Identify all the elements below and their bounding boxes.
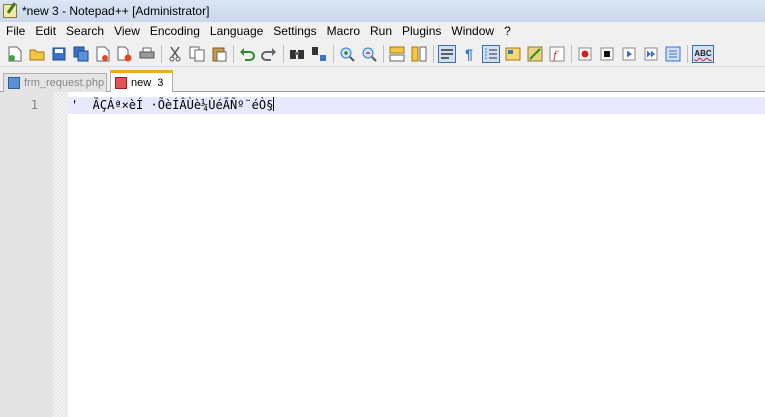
stop-macro-icon[interactable] <box>598 45 616 63</box>
menu-macro[interactable]: Macro <box>322 22 365 41</box>
toolbar-separator <box>161 44 162 63</box>
zoom-in-icon[interactable] <box>338 45 356 63</box>
toolbar-separator <box>687 44 688 63</box>
tab-bar: frm_request.php new 3 <box>0 67 765 93</box>
unsaved-file-icon <box>115 77 127 89</box>
menu-window[interactable]: Window <box>446 22 499 41</box>
fold-margin[interactable] <box>53 92 68 417</box>
replace-icon[interactable] <box>310 45 328 63</box>
close-all-icon[interactable] <box>116 45 134 63</box>
toolbar-separator <box>333 44 334 63</box>
menu-run[interactable]: Run <box>365 22 397 41</box>
saved-file-icon <box>8 77 20 89</box>
user-language-icon[interactable] <box>504 45 522 63</box>
find-icon[interactable] <box>288 45 306 63</box>
toolbar-separator <box>433 44 434 63</box>
show-all-chars-icon[interactable]: ¶ <box>460 45 478 63</box>
paste-icon[interactable] <box>210 45 228 63</box>
word-wrap-icon[interactable] <box>438 44 456 63</box>
menu-encoding[interactable]: Encoding <box>145 22 205 41</box>
save-macro-icon[interactable] <box>664 45 682 63</box>
tab-new-3[interactable]: new 3 <box>110 70 173 93</box>
toolbar-separator <box>233 44 234 63</box>
title-bar: *new 3 - Notepad++ [Administrator] <box>0 0 765 22</box>
line-text: ' ÃÇÁª×èÍ ·ÕèÍÂÙè¼ÙéÃÑº¨éÒ§ <box>71 98 274 112</box>
undo-icon[interactable] <box>238 45 256 63</box>
editor-area[interactable] <box>68 92 765 417</box>
redo-icon[interactable] <box>260 45 278 63</box>
indent-guide-icon[interactable] <box>482 44 500 63</box>
toolbar-separator <box>283 44 284 63</box>
save-all-icon[interactable] <box>72 45 90 63</box>
sync-vertical-icon[interactable] <box>388 45 406 63</box>
line-number: 1 <box>30 98 38 112</box>
line-number-gutter <box>0 92 53 417</box>
menu-settings[interactable]: Settings <box>268 22 321 41</box>
toolbar: ¶ f ABC <box>0 41 765 67</box>
menu-view[interactable]: View <box>109 22 145 41</box>
play-macro-icon[interactable] <box>620 45 638 63</box>
function-list-icon[interactable]: f <box>548 45 566 63</box>
menu-language[interactable]: Language <box>205 22 268 41</box>
menu-bar: File Edit Search View Encoding Language … <box>0 22 765 41</box>
open-file-icon[interactable] <box>28 45 46 63</box>
toolbar-separator <box>383 44 384 63</box>
toolbar-separator <box>571 44 572 63</box>
zoom-out-icon[interactable] <box>360 45 378 63</box>
record-macro-icon[interactable] <box>576 45 594 63</box>
tab-label: new 3 <box>131 77 164 89</box>
code-line[interactable]: ' ÃÇÁª×èÍ ·ÕèÍÂÙè¼ÙéÃÑº¨éÒ§ <box>71 97 275 114</box>
save-icon[interactable] <box>50 45 68 63</box>
run-macro-multiple-icon[interactable] <box>642 45 660 63</box>
cut-icon[interactable] <box>166 45 184 63</box>
menu-edit[interactable]: Edit <box>30 22 61 41</box>
new-file-icon[interactable] <box>6 45 24 63</box>
tab-label: frm_request.php <box>24 77 105 89</box>
tab-frm-request[interactable]: frm_request.php <box>3 73 107 92</box>
document-map-icon[interactable] <box>526 45 544 63</box>
menu-file[interactable]: File <box>0 22 30 41</box>
menu-search[interactable]: Search <box>61 22 109 41</box>
sync-horizontal-icon[interactable] <box>410 45 428 63</box>
menu-plugins[interactable]: Plugins <box>397 22 446 41</box>
close-icon[interactable] <box>94 45 112 63</box>
text-caret <box>273 97 275 111</box>
window-title: *new 3 - Notepad++ [Administrator] <box>22 4 210 18</box>
print-icon[interactable] <box>138 45 156 63</box>
copy-icon[interactable] <box>188 45 206 63</box>
spellcheck-icon[interactable]: ABC <box>692 44 714 63</box>
spellcheck-label: ABC <box>694 49 712 58</box>
menu-help[interactable]: ? <box>499 22 516 41</box>
notepad-app-icon <box>3 4 17 18</box>
